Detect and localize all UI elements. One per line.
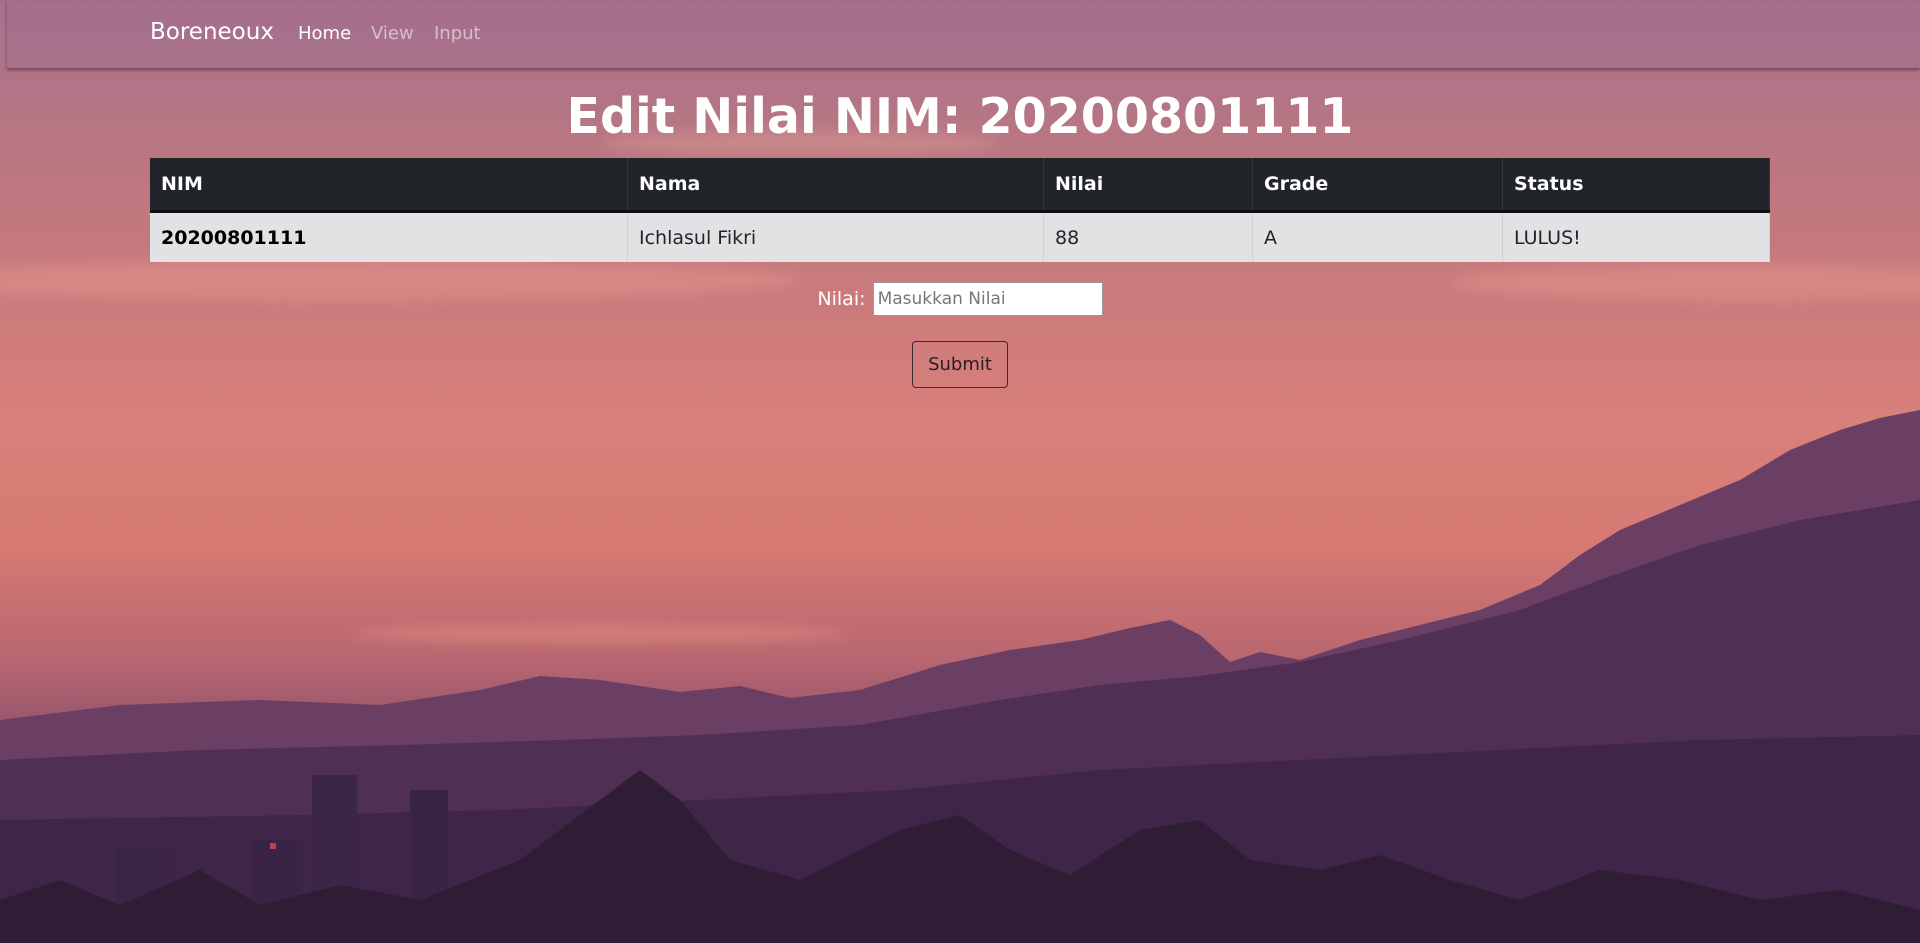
nilai-input[interactable] (872, 282, 1103, 316)
column-header-nim: NIM (150, 158, 628, 213)
cell-grade: A (1252, 211, 1503, 262)
nav-link-home[interactable]: Home (298, 23, 351, 44)
nav-link-view[interactable]: View (371, 23, 414, 44)
cell-nim: 20200801111 (150, 211, 628, 262)
column-header-status: Status (1502, 158, 1770, 213)
nilai-form-row: Nilai: (0, 282, 1920, 316)
cell-status: LULUS! (1502, 211, 1770, 262)
page-title: Edit Nilai NIM: 20200801111 (566, 88, 1354, 145)
column-header-grade: Grade (1252, 158, 1503, 213)
cell-nama: Ichlasul Fikri (627, 211, 1044, 262)
nav-link-input[interactable]: Input (434, 23, 481, 44)
brand-logo[interactable]: Boreneoux (150, 19, 274, 45)
submit-button[interactable]: Submit (912, 341, 1008, 388)
top-navbar: Boreneoux Home View Input (7, 0, 1920, 68)
column-header-nama: Nama (627, 158, 1044, 213)
column-header-nilai: Nilai (1043, 158, 1253, 213)
grades-table: NIM Nama Nilai Grade Status 20200801111 … (150, 158, 1770, 262)
cell-nilai: 88 (1043, 211, 1253, 262)
nilai-label: Nilai: (817, 288, 866, 310)
submit-wrap: Submit (0, 341, 1920, 388)
table-header-row: NIM Nama Nilai Grade Status (150, 158, 1770, 213)
table-row: 20200801111 Ichlasul Fikri 88 A LULUS! (150, 211, 1770, 262)
